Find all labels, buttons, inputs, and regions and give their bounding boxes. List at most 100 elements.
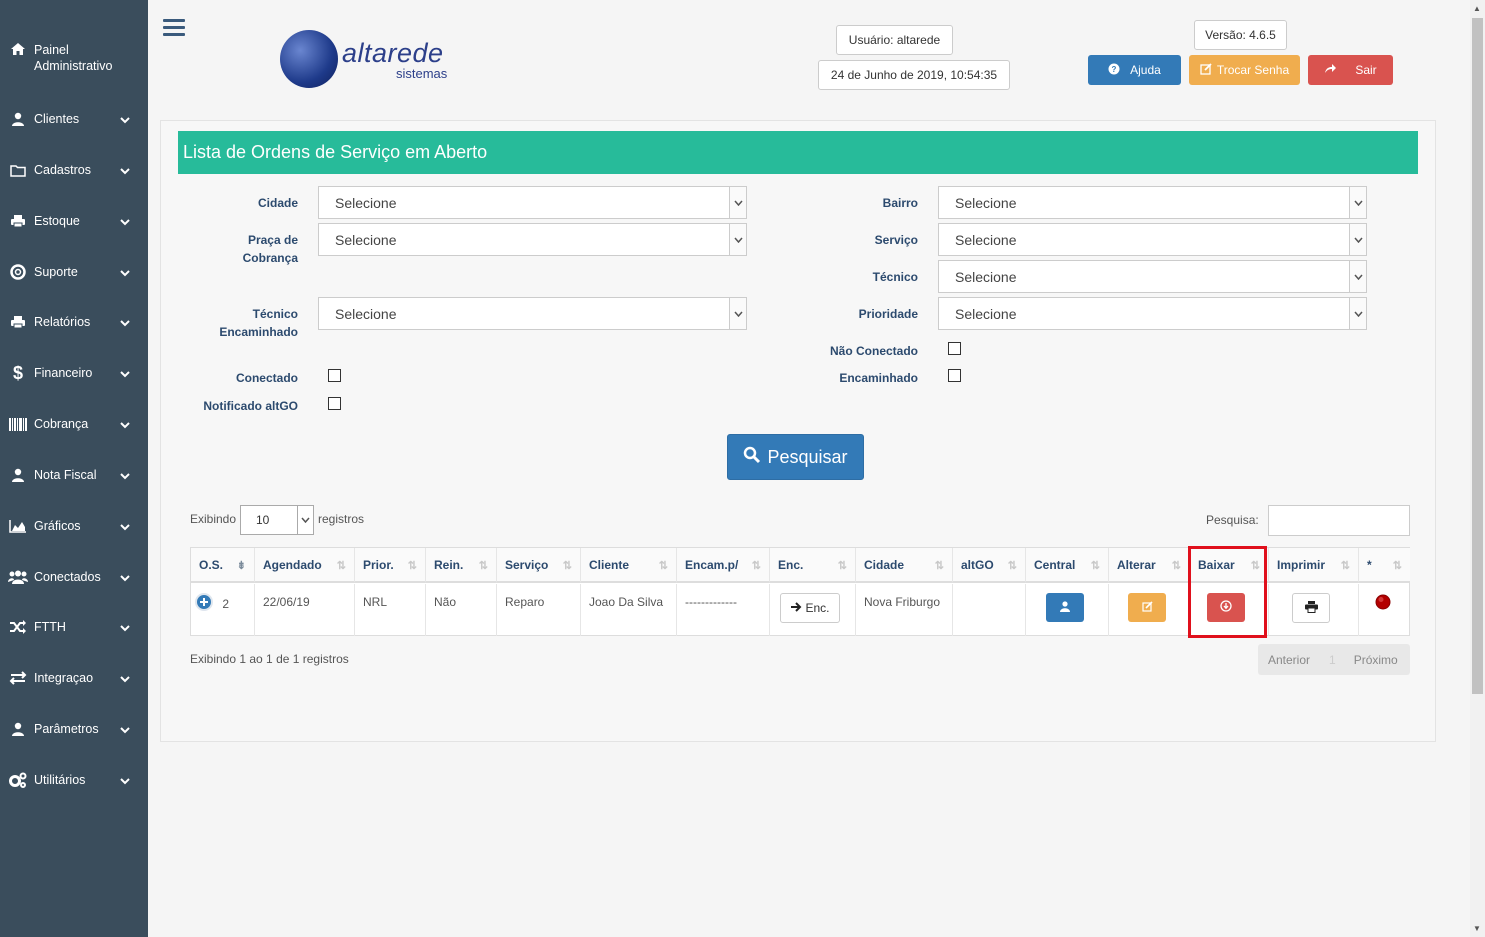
search-button-label: Pesquisar xyxy=(767,446,848,467)
users-icon xyxy=(8,570,28,584)
col-header-baixar[interactable]: Baixar ⇅ xyxy=(1190,548,1269,583)
baixar-button[interactable] xyxy=(1207,593,1245,622)
sidebar-item-suporte[interactable]: Suporte xyxy=(0,256,148,288)
col-header-enc[interactable]: Enc. ⇅ xyxy=(770,548,856,583)
nao-conectado-checkbox[interactable] xyxy=(948,342,961,355)
cell-alterar xyxy=(1109,584,1190,636)
cidade-select[interactable]: Selecione xyxy=(318,186,747,219)
servico-select-value: Selecione xyxy=(955,231,1017,248)
chevron-down-icon xyxy=(1349,298,1366,329)
sidebar-item-label: Conectados xyxy=(34,570,101,584)
col-header-alterar[interactable]: Alterar ⇅ xyxy=(1109,548,1190,583)
search-button[interactable]: Pesquisar xyxy=(727,434,864,480)
pagination-prev[interactable]: Anterior xyxy=(1268,653,1310,667)
sidebar-item-cadastros[interactable]: Cadastros xyxy=(0,154,148,186)
col-header-encam[interactable]: Encam.p/ ⇅ xyxy=(677,548,770,583)
prioridade-select[interactable]: Selecione xyxy=(938,297,1367,330)
pagination-next[interactable]: Próximo xyxy=(1354,653,1398,667)
col-header-central[interactable]: Central ⇅ xyxy=(1026,548,1109,583)
encaminhado-checkbox[interactable] xyxy=(948,369,961,382)
col-header-imprimir[interactable]: Imprimir ⇅ xyxy=(1269,548,1359,583)
praca-select[interactable]: Selecione xyxy=(318,223,747,256)
sidebar-item-clientes[interactable]: Clientes xyxy=(0,103,148,135)
col-header-star[interactable]: * ⇅ xyxy=(1359,548,1410,583)
logout-button[interactable]: Sair xyxy=(1308,55,1393,85)
sidebar-item-ftth[interactable]: FTTH xyxy=(0,611,148,643)
bairro-label: Bairro xyxy=(882,196,918,210)
col-header-label: Prior. xyxy=(363,557,394,572)
col-header-rein[interactable]: Rein. ⇅ xyxy=(426,548,497,583)
sort-icon: ⇅ xyxy=(478,560,488,572)
cell-baixar xyxy=(1190,584,1269,636)
col-header-servico[interactable]: Serviço ⇅ xyxy=(497,548,581,583)
sidebar-item-utilitarios[interactable]: Utilitários xyxy=(0,764,148,796)
chevron-down-icon xyxy=(120,418,130,432)
expand-row-icon[interactable] xyxy=(195,593,213,614)
praca-label-line1: Praça de xyxy=(247,233,298,247)
sidebar-item-label: Relatórios xyxy=(34,315,91,329)
version-label: Versão: 4.6.5 xyxy=(1194,20,1287,50)
cell-agendado: 22/06/19 xyxy=(255,584,355,636)
servico-select[interactable]: Selecione xyxy=(938,223,1367,256)
page-length-select[interactable]: 10 xyxy=(240,505,314,535)
bairro-select[interactable]: Selecione xyxy=(938,186,1367,219)
sidebar-item-cobranca[interactable]: Cobrança xyxy=(0,408,148,440)
conectado-checkbox[interactable] xyxy=(328,369,341,382)
sidebar-item-parametros[interactable]: Parâmetros xyxy=(0,713,148,745)
scroll-up-icon[interactable]: ▲ xyxy=(1473,4,1481,13)
col-header-prior[interactable]: Prior. ⇅ xyxy=(355,548,426,583)
praca-label: Praça de Cobrança xyxy=(200,231,298,267)
menu-toggle-icon[interactable] xyxy=(163,19,185,37)
scroll-down-icon[interactable]: ▼ xyxy=(1473,924,1481,933)
chevron-down-icon xyxy=(120,621,130,635)
sidebar-item-label: Suporte xyxy=(34,265,78,279)
col-header-cliente[interactable]: Cliente ⇅ xyxy=(581,548,677,583)
sort-icon: ⇅ xyxy=(658,560,668,572)
alterar-button[interactable] xyxy=(1128,593,1166,622)
sidebar-item-relatorios[interactable]: Relatórios xyxy=(0,306,148,338)
sidebar-item-financeiro[interactable]: $ Financeiro xyxy=(0,357,148,389)
sidebar-item-conectados[interactable]: Conectados xyxy=(0,561,148,593)
cogs-icon xyxy=(8,772,28,788)
page-length-value: 10 xyxy=(256,513,270,527)
col-header-label: Baixar xyxy=(1198,557,1235,572)
tecnico-encaminhado-select[interactable]: Selecione xyxy=(318,297,747,330)
chevron-down-icon xyxy=(1349,224,1366,255)
praca-label-line2: Cobrança xyxy=(242,251,298,265)
col-header-cidade[interactable]: Cidade ⇅ xyxy=(856,548,953,583)
table-search-input[interactable] xyxy=(1268,505,1410,536)
col-header-agendado[interactable]: Agendado ⇅ xyxy=(255,548,355,583)
sidebar-item-painel[interactable]: Painel Administrativo xyxy=(0,42,148,86)
sidebar-item-integracao[interactable]: Integraçao xyxy=(0,662,148,694)
imprimir-button[interactable] xyxy=(1292,593,1330,623)
dollar-icon: $ xyxy=(12,362,23,383)
sidebar-item-nota-fiscal[interactable]: Nota Fiscal xyxy=(0,459,148,491)
notificado-checkbox[interactable] xyxy=(328,397,341,410)
chevron-down-icon xyxy=(729,187,746,218)
scrollbar-thumb[interactable] xyxy=(1472,18,1483,694)
download-circle-icon xyxy=(1220,600,1232,615)
chevron-down-icon xyxy=(120,215,130,229)
col-header-label: Imprimir xyxy=(1277,557,1326,572)
sidebar: Painel Administrativo Clientes Cadastros… xyxy=(0,0,148,937)
central-button[interactable] xyxy=(1046,593,1084,622)
tecnico-select[interactable]: Selecione xyxy=(938,260,1367,293)
sidebar-item-estoque[interactable]: Estoque xyxy=(0,205,148,237)
change-password-label: Trocar Senha xyxy=(1216,63,1290,77)
enc-button[interactable]: Enc. xyxy=(780,593,840,623)
chevron-down-icon xyxy=(120,469,130,483)
table-row: 2 xyxy=(191,584,255,636)
sort-icon: ⇅ xyxy=(934,560,944,572)
help-button[interactable]: ? Ajuda xyxy=(1088,55,1181,85)
change-password-button[interactable]: Trocar Senha xyxy=(1189,55,1300,85)
sidebar-item-graficos[interactable]: Gráficos xyxy=(0,510,148,542)
barcode-icon xyxy=(8,417,28,431)
col-header-altgo[interactable]: altGO ⇅ xyxy=(953,548,1026,583)
sidebar-item-label: Clientes xyxy=(34,112,80,126)
printer-icon xyxy=(1304,600,1318,616)
col-header-label: altGO xyxy=(961,557,994,572)
col-header-os[interactable]: O.S. ⇟ xyxy=(191,548,255,583)
vertical-scrollbar[interactable]: ▲ ▼ xyxy=(1470,0,1485,937)
question-circle-icon: ? xyxy=(1108,63,1120,78)
pagination-page[interactable]: 1 xyxy=(1329,653,1336,667)
